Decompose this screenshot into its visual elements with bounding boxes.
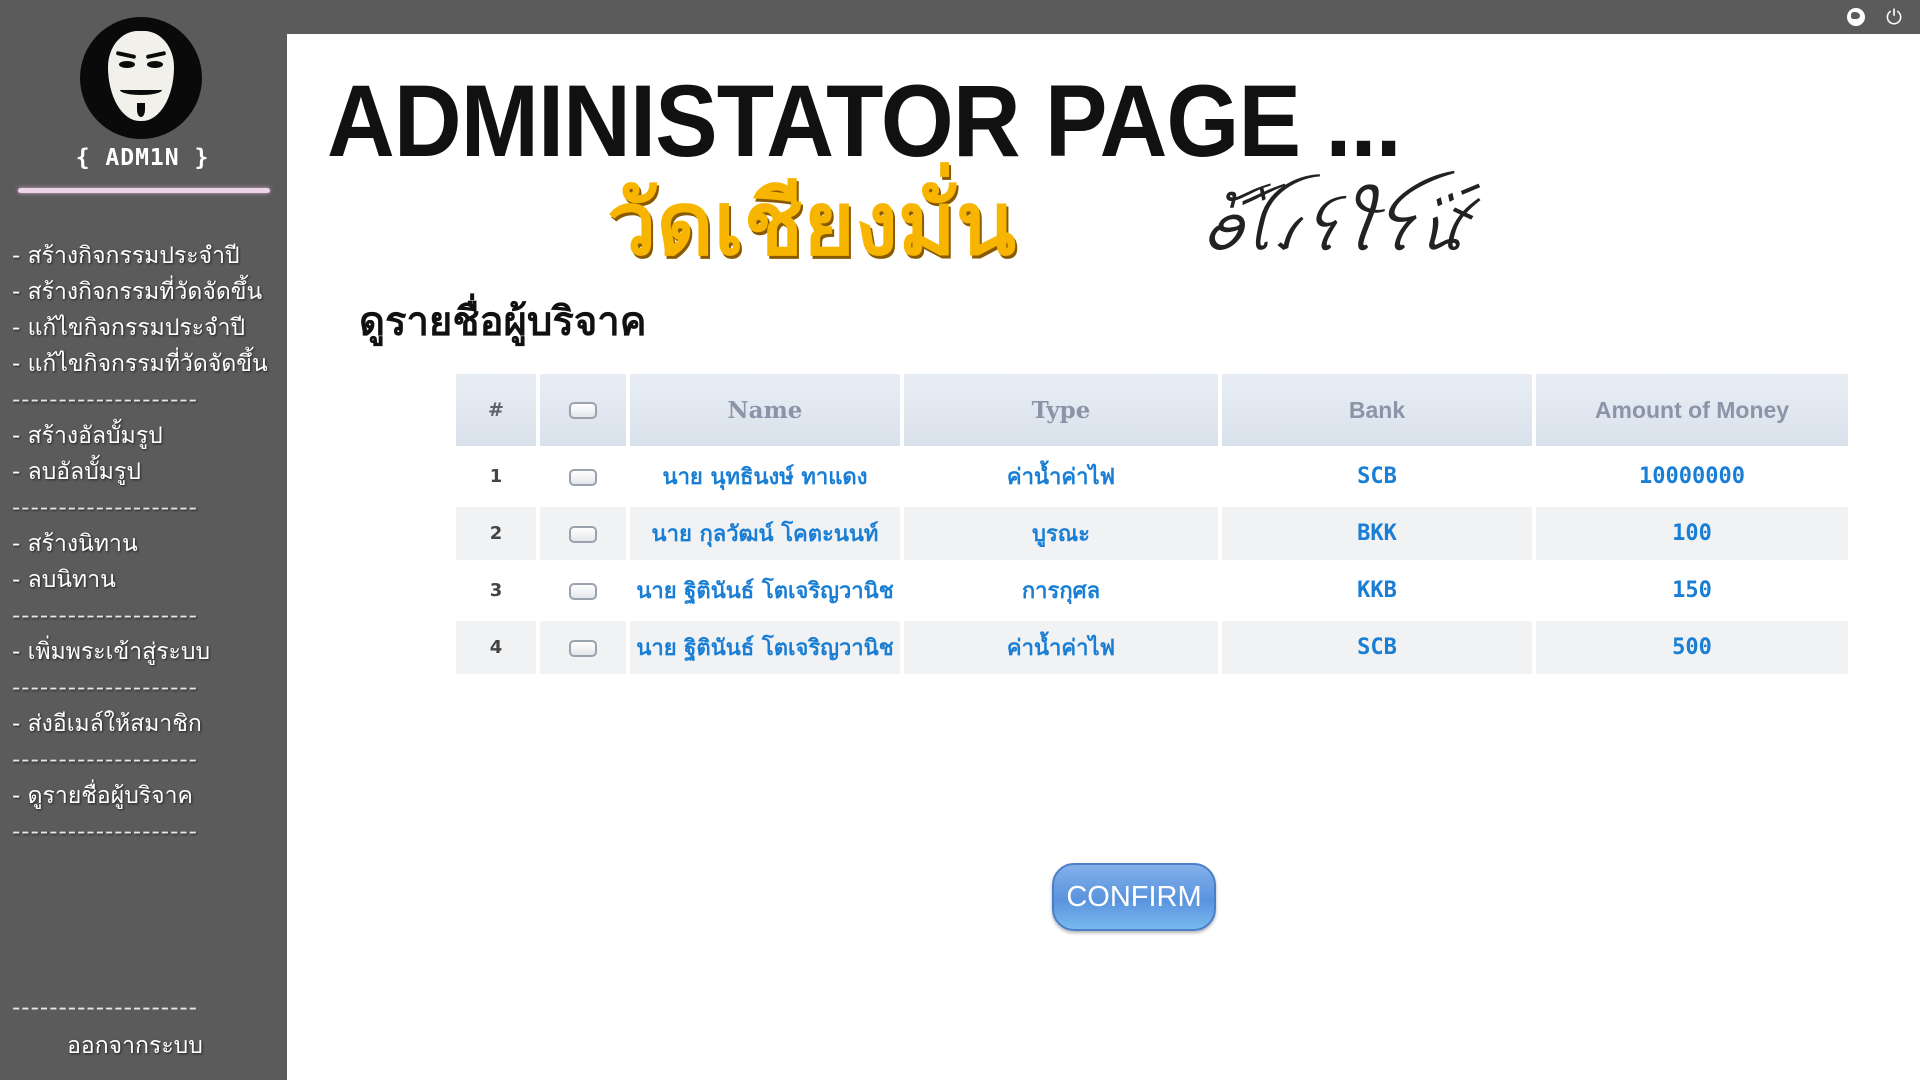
confirm-button[interactable]: CONFIRM bbox=[1052, 863, 1216, 931]
sidebar-menu-item[interactable]: - สร้างกิจกรรมที่วัดจัดขึ้น bbox=[12, 274, 282, 310]
donation-amount: 10000000 bbox=[1536, 450, 1848, 503]
menu-separator: -------------------- bbox=[12, 387, 198, 413]
row-checkbox[interactable] bbox=[569, 468, 597, 486]
row-number: 1 bbox=[456, 450, 536, 503]
row-checkbox[interactable] bbox=[569, 639, 597, 657]
header-type[interactable]: Type bbox=[904, 374, 1218, 446]
bank-name: SCB bbox=[1222, 621, 1532, 674]
donor-name: นาย นุทธินงษ์ ทาแดง bbox=[630, 450, 900, 503]
sidebar-menu-item[interactable]: - ส่งอีเมล์ให้สมาชิก bbox=[12, 706, 282, 742]
table-row[interactable]: 2 นาย กุลวัฒน์ โคตะนนท์ บูรณะ BKK 100 bbox=[456, 507, 1848, 560]
sidebar-menu-item[interactable]: - สร้างอัลบั้มรูป bbox=[12, 418, 282, 454]
donor-name: นาย กุลวัฒน์ โคตะนนท์ bbox=[630, 507, 900, 560]
bank-name: SCB bbox=[1222, 450, 1532, 503]
header-bank[interactable]: Bank bbox=[1222, 374, 1532, 446]
header-name[interactable]: Name bbox=[630, 374, 900, 446]
table-row[interactable]: 1 นาย นุทธินงษ์ ทาแดง ค่าน้ำค่าไฟ SCB 100000… bbox=[456, 450, 1848, 503]
row-number: 4 bbox=[456, 621, 536, 674]
sidebar-menu-item[interactable]: - เพิ่มพระเข้าสู่ระบบ bbox=[12, 634, 282, 670]
donation-type: บูรณะ bbox=[904, 507, 1218, 560]
logout-link[interactable]: ออกจากระบบ bbox=[0, 1026, 270, 1066]
donation-type: ค่าน้ำค่าไฟ bbox=[904, 621, 1218, 674]
row-number: 2 bbox=[456, 507, 536, 560]
menu-separator: -------------------- bbox=[12, 603, 198, 629]
menu-separator: -------------------- bbox=[12, 675, 198, 701]
main-content: ADMINISTATOR PAGE ... วัดเชียงมั่น ꪮꪳꪶꪸꪹ… bbox=[287, 34, 1920, 1080]
guy-fawkes-mask-icon bbox=[108, 31, 174, 121]
top-bar: ⏻ bbox=[0, 0, 1920, 34]
menu-separator: -------------------- bbox=[12, 819, 198, 845]
row-checkbox[interactable] bbox=[569, 525, 597, 543]
sidebar: { ADM1N } - สร้างกิจกรรมประจำปี - สร้างกิ… bbox=[0, 0, 287, 1080]
header-number: # bbox=[456, 374, 536, 446]
admin-tag: { ADM1N } bbox=[75, 145, 210, 171]
sidebar-menu-item[interactable]: - ลบนิทาน bbox=[12, 562, 282, 598]
row-select[interactable] bbox=[540, 621, 626, 674]
sidebar-menu-item[interactable]: - แก้ไขกิจกรรมประจำปี bbox=[12, 310, 282, 346]
table-row[interactable]: 3 นาย ฐิตินันธ์ โตเจริญวานิช การกุศล KKB 150 bbox=[456, 564, 1848, 617]
donation-amount: 150 bbox=[1536, 564, 1848, 617]
power-icon[interactable]: ⏻ bbox=[1883, 6, 1905, 28]
sidebar-menu-item[interactable]: - แก้ไขกิจกรรมที่วัดจัดขึ้น bbox=[12, 346, 282, 382]
donor-table: # Name Type Bank Amount of Money 1 นาย นุ… bbox=[452, 370, 1852, 678]
row-number: 3 bbox=[456, 564, 536, 617]
header-select-all[interactable] bbox=[540, 374, 626, 446]
donation-type: การกุศล bbox=[904, 564, 1218, 617]
select-all-checkbox[interactable] bbox=[569, 402, 597, 419]
header-amount[interactable]: Amount of Money bbox=[1536, 374, 1848, 446]
admin-underline-divider bbox=[18, 188, 270, 193]
donation-type: ค่าน้ำค่าไฟ bbox=[904, 450, 1218, 503]
section-title: ดูรายชื่อผู้บริจาค bbox=[359, 299, 647, 345]
donor-name: นาย ฐิตินันธ์ โตเจริญวานิช bbox=[630, 564, 900, 617]
donation-amount: 100 bbox=[1536, 507, 1848, 560]
row-select[interactable] bbox=[540, 507, 626, 560]
globe-icon[interactable] bbox=[1845, 6, 1867, 28]
table-header-row: # Name Type Bank Amount of Money bbox=[456, 374, 1848, 446]
menu-separator: -------------------- bbox=[12, 495, 198, 521]
menu-separator: -------------------- bbox=[12, 747, 198, 773]
sidebar-menu: - สร้างกิจกรรมประจำปี - สร้างกิจกรรมที่วั… bbox=[12, 238, 282, 850]
sidebar-menu-item[interactable]: - สร้างนิทาน bbox=[12, 526, 282, 562]
sidebar-menu-item[interactable]: - สร้างกิจกรรมประจำปี bbox=[12, 238, 282, 274]
row-select[interactable] bbox=[540, 564, 626, 617]
temple-name: วัดเชียงมั่น bbox=[607, 172, 1017, 275]
donor-name: นาย ฐิตินันธ์ โตเจริญวานิช bbox=[630, 621, 900, 674]
table-row[interactable]: 4 นาย ฐิตินันธ์ โตเจริญวานิช ค่าน้ำค่าไฟ SC… bbox=[456, 621, 1848, 674]
bank-name: KKB bbox=[1222, 564, 1532, 617]
sidebar-menu-item[interactable]: - ลบอัลบั้มรูป bbox=[12, 454, 282, 490]
logout-separator: -------------------- bbox=[12, 995, 198, 1021]
avatar bbox=[80, 17, 202, 139]
row-select[interactable] bbox=[540, 450, 626, 503]
table-body: 1 นาย นุทธินงษ์ ทาแดง ค่าน้ำค่าไฟ SCB 100000… bbox=[456, 450, 1848, 674]
row-checkbox[interactable] bbox=[569, 582, 597, 600]
page-title: ADMINISTATOR PAGE ... bbox=[327, 64, 1402, 178]
bank-name: BKK bbox=[1222, 507, 1532, 560]
sidebar-menu-item[interactable]: - ดูรายชื่อผู้บริจาค bbox=[12, 778, 282, 814]
decorative-script-logo: ꪮꪳꪶꪸꪹꪺꪻꪼꪽꪾ bbox=[1202, 192, 1467, 265]
donation-amount: 500 bbox=[1536, 621, 1848, 674]
